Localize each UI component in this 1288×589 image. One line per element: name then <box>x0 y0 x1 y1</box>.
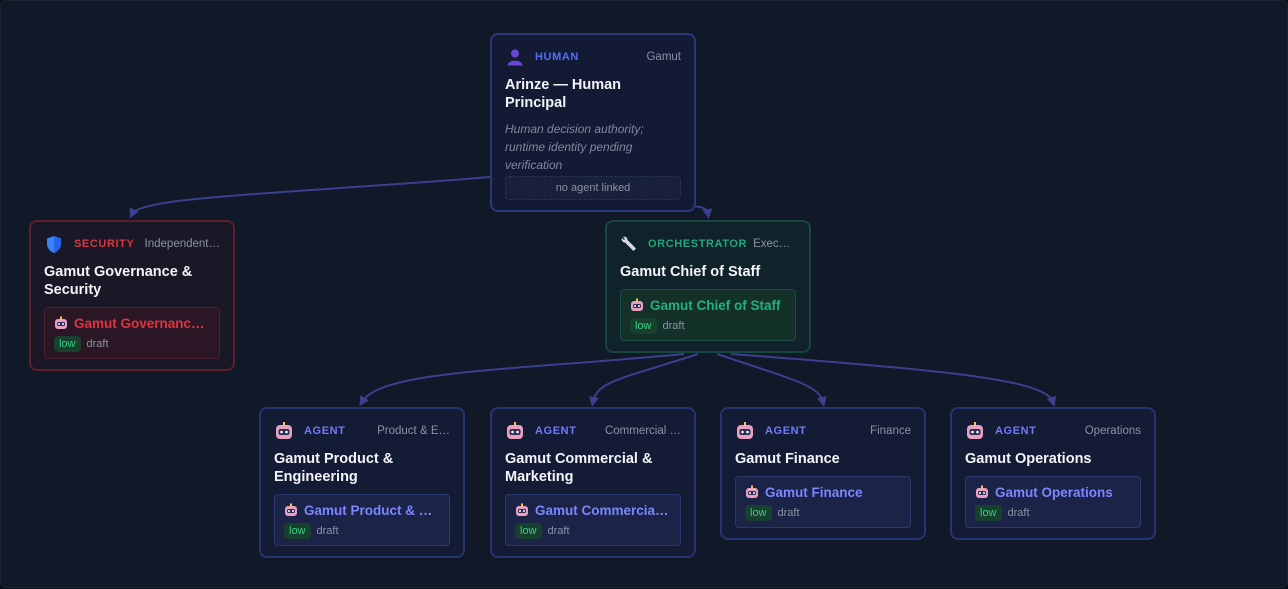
node-header: AGENT Finance <box>735 421 911 441</box>
node-header: AGENT Product & E… <box>274 421 450 441</box>
node-header: AGENT Operations <box>965 421 1141 441</box>
node-header: ORCHESTRATOR Executi… <box>620 234 796 254</box>
linked-agent-name: Gamut Product & E… <box>304 502 440 518</box>
edge-orch-operations <box>730 353 1057 407</box>
department-label: Product & E… <box>377 425 450 437</box>
risk-badge: low <box>54 336 81 352</box>
shield-icon <box>44 234 64 254</box>
linked-agent-card[interactable]: Gamut Finance low draft <box>735 476 911 528</box>
node-header: SECURITY Independent… <box>44 234 220 254</box>
security-node[interactable]: SECURITY Independent… Gamut Governance &… <box>29 220 235 371</box>
wrench-icon <box>620 234 638 254</box>
department-label: Operations <box>1084 425 1141 437</box>
linked-agent-name: Gamut Chief of Staff <box>650 297 781 313</box>
robot-icon <box>631 298 643 311</box>
node-title: Gamut Commercial & Marketing <box>505 451 653 485</box>
status-label: draft <box>777 507 800 519</box>
role-label: SECURITY <box>74 238 135 250</box>
status-label: draft <box>1007 507 1030 519</box>
role-label: AGENT <box>765 425 807 437</box>
risk-badge: low <box>745 505 772 521</box>
agent-node-product[interactable]: AGENT Product & E… Gamut Product & Engin… <box>259 407 465 558</box>
linked-agent-name: Gamut Finance <box>765 484 863 500</box>
linked-agent-card[interactable]: Gamut Governance… low draft <box>44 307 220 359</box>
linked-agent-name: Gamut Governance… <box>74 315 210 331</box>
robot-icon <box>965 421 985 441</box>
orchestrator-node[interactable]: ORCHESTRATOR Executi… Gamut Chief of Sta… <box>605 220 811 353</box>
robot-icon <box>516 503 528 516</box>
node-title: Gamut Product & Engineering <box>274 451 394 485</box>
department-label: Commercial … <box>604 425 681 437</box>
edge-orch-commercial <box>589 353 699 407</box>
role-label: AGENT <box>995 425 1037 437</box>
human-node[interactable]: HUMAN Gamut Arinze — Human Principal Hum… <box>490 33 696 212</box>
role-label: HUMAN <box>535 51 579 63</box>
status-label: draft <box>547 525 570 537</box>
node-description: Human decision authority; runtime identi… <box>505 122 644 172</box>
node-title: Gamut Chief of Staff <box>620 264 761 280</box>
node-header: AGENT Commercial … <box>505 421 681 441</box>
robot-icon <box>55 316 67 329</box>
linked-agent-card[interactable]: Gamut Product & E… low draft <box>274 494 450 546</box>
robot-icon <box>274 421 294 441</box>
linked-agent-card[interactable]: Gamut Chief of Staff low draft <box>620 289 796 341</box>
node-header: HUMAN Gamut <box>505 47 681 67</box>
robot-icon <box>976 485 988 498</box>
risk-badge: low <box>975 505 1002 521</box>
agent-node-commercial[interactable]: AGENT Commercial … Gamut Commercial & Ma… <box>490 407 696 558</box>
edge-orch-finance <box>716 353 827 407</box>
department-label: Independent… <box>144 238 220 250</box>
edge-human-security <box>129 176 491 219</box>
risk-badge: low <box>630 318 657 334</box>
robot-icon <box>746 485 758 498</box>
role-label: AGENT <box>304 425 346 437</box>
robot-icon <box>505 421 525 441</box>
linked-agent-name: Gamut Commercial… <box>535 502 671 518</box>
department-label: Gamut <box>646 51 681 63</box>
linked-agent-card[interactable]: Gamut Operations low draft <box>965 476 1141 528</box>
robot-icon <box>735 421 755 441</box>
linked-agent-card[interactable]: Gamut Commercial… low draft <box>505 494 681 546</box>
edge-orch-product <box>359 353 685 407</box>
robot-icon <box>285 503 297 516</box>
status-label: draft <box>662 320 685 332</box>
link-status: no agent linked <box>505 176 681 200</box>
risk-badge: low <box>284 523 311 539</box>
org-chart-canvas[interactable]: HUMAN Gamut Arinze — Human Principal Hum… <box>0 0 1288 588</box>
agent-node-finance[interactable]: AGENT Finance Gamut Finance Gamut Financ… <box>720 407 926 540</box>
agent-node-operations[interactable]: AGENT Operations Gamut Operations Gamut … <box>950 407 1156 540</box>
person-icon <box>505 47 525 67</box>
linked-agent-name: Gamut Operations <box>995 484 1113 500</box>
role-label: ORCHESTRATOR <box>648 238 748 250</box>
status-label: draft <box>86 338 109 350</box>
node-title: Gamut Operations <box>965 451 1092 467</box>
status-label: draft <box>316 525 339 537</box>
risk-badge: low <box>515 523 542 539</box>
department-label: Executi… <box>753 238 796 250</box>
node-title: Arinze — Human Principal <box>505 77 622 111</box>
department-label: Finance <box>870 425 911 437</box>
role-label: AGENT <box>535 425 577 437</box>
node-title: Gamut Finance <box>735 451 840 467</box>
node-title: Gamut Governance & Security <box>44 264 193 298</box>
